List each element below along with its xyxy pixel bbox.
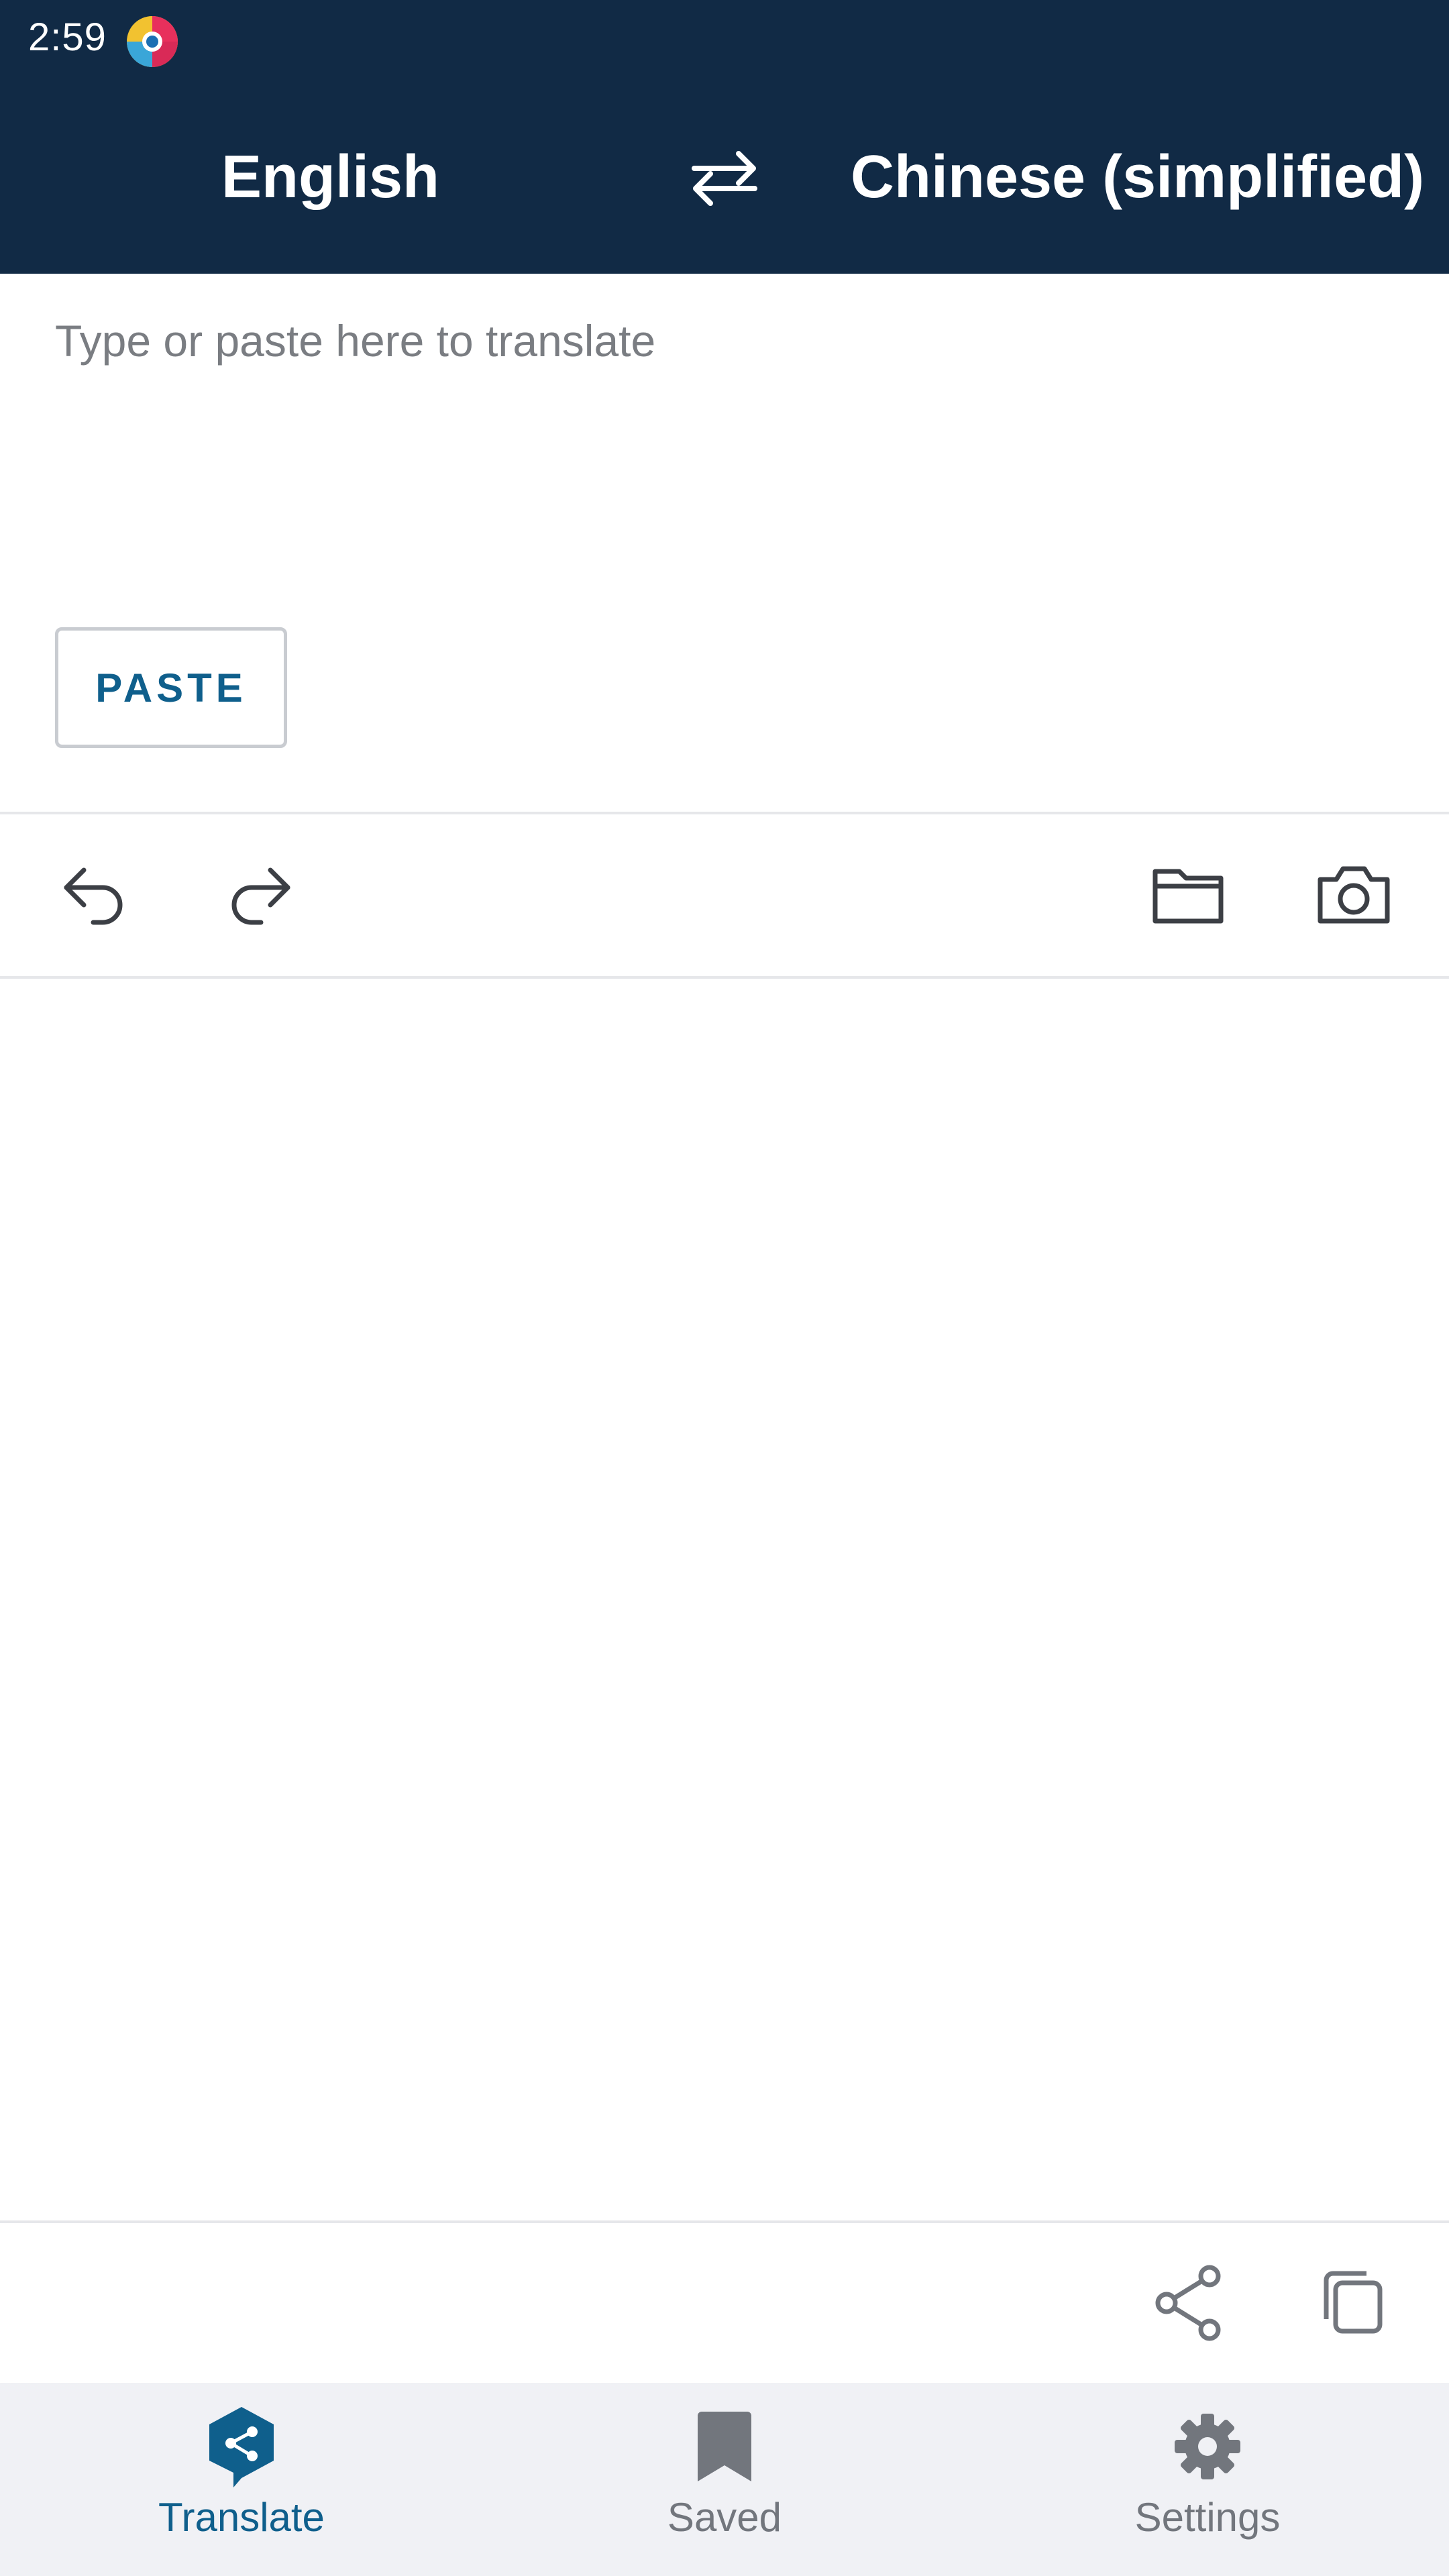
nav-label-translate: Translate [158,2495,325,2540]
redo-button[interactable] [219,853,299,934]
input-toolbar-divider [0,812,1449,814]
swap-languages-button[interactable] [684,141,765,215]
copy-button[interactable] [1309,2259,1397,2347]
source-language-selector[interactable]: English [221,138,439,217]
undo-icon [64,867,123,925]
camera-button[interactable] [1313,853,1394,934]
status-time: 2:59 [28,15,107,59]
source-text-input[interactable] [55,315,1397,543]
share-button[interactable] [1146,2259,1233,2347]
copy-icon [1324,2271,1383,2334]
nav-item-saved[interactable]: Saved [590,2383,859,2576]
paste-button[interactable]: PASTE [55,627,287,748]
open-file-button[interactable] [1148,853,1229,934]
nav-label-saved: Saved [667,2495,782,2540]
gear-icon [1164,2403,1251,2490]
nav-item-settings[interactable]: Settings [1073,2383,1342,2576]
translation-output-area [0,979,1449,2220]
output-actions-divider [0,2220,1449,2223]
app-notification-icon [124,13,180,70]
app-header: 2:59 English Chinese (simplified) [0,0,1449,274]
redo-icon [231,867,290,925]
nav-item-translate[interactable]: Translate [107,2383,376,2576]
target-language-selector[interactable]: Chinese (simplified) [851,138,1424,217]
folder-icon [1152,869,1224,924]
translator-screen: 2:59 English Chinese (simplified) Type o… [0,0,1449,2576]
camera-icon [1318,866,1390,924]
bottom-navigation: Translate Saved Settings [0,2383,1449,2576]
swap-arrows-icon [692,151,757,206]
bookmark-icon [681,2403,768,2490]
nav-label-settings: Settings [1134,2495,1281,2540]
undo-button[interactable] [55,853,136,934]
share-icon [1155,2265,1221,2341]
translate-icon [198,2403,285,2490]
